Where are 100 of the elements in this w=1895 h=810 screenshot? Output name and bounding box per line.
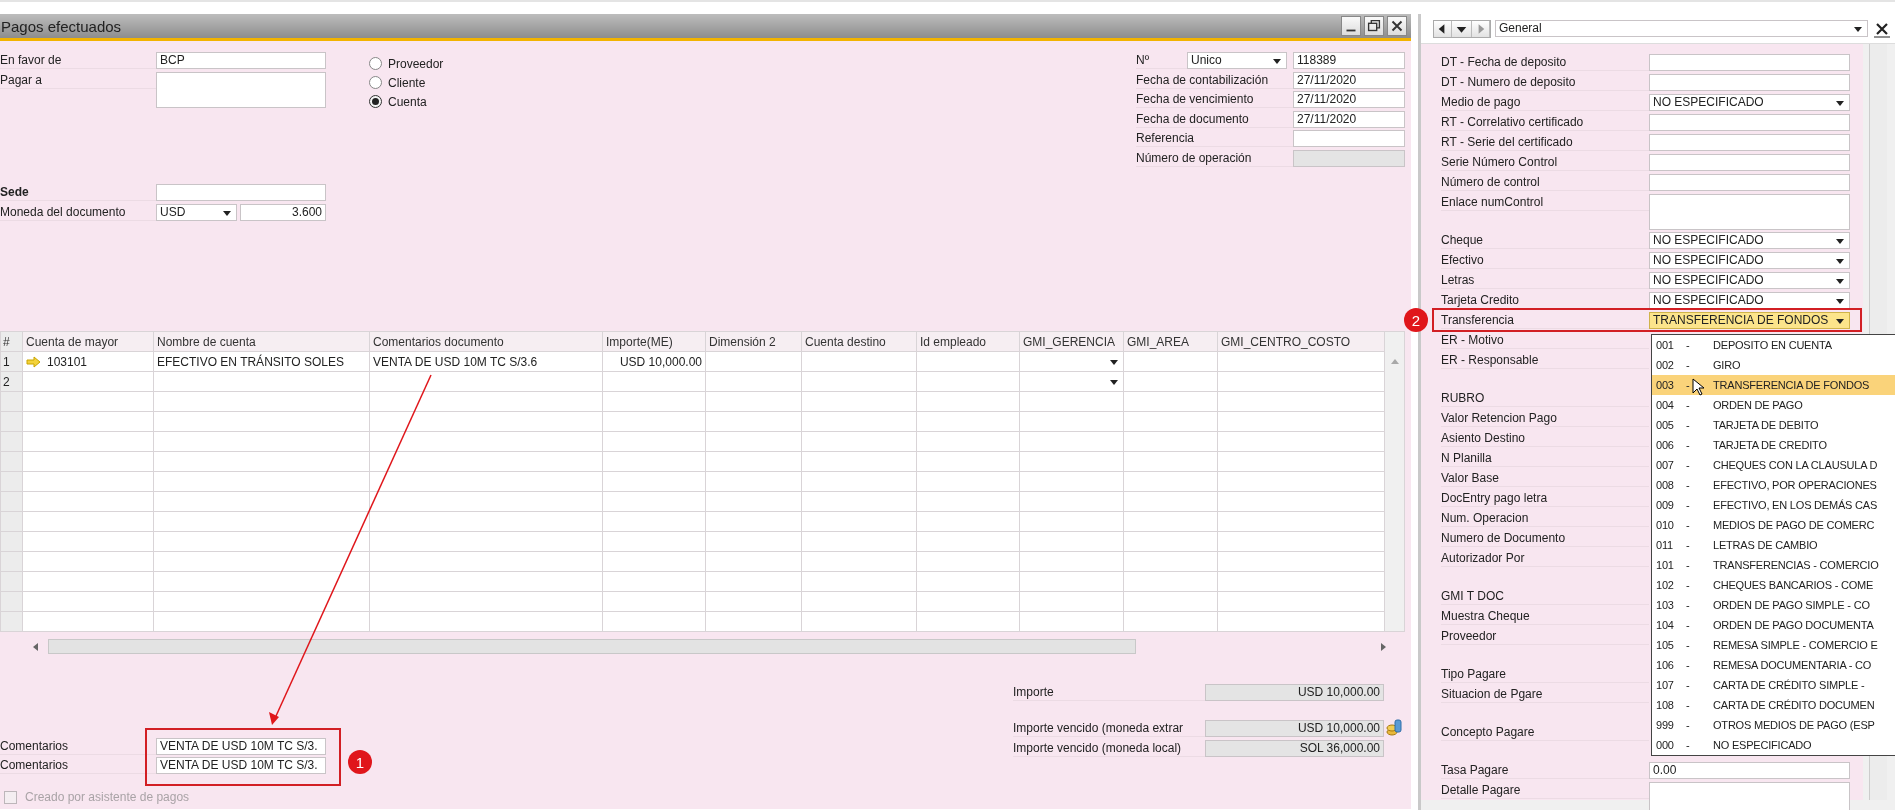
text-field[interactable] (1293, 130, 1405, 147)
dropdown-field[interactable]: TRANSFERENCIA DE FONDOS (1649, 312, 1850, 329)
coins-icon[interactable] (1386, 719, 1402, 737)
dropdown-field[interactable]: Unico (1187, 52, 1287, 69)
text-field[interactable]: 27/11/2020 (1293, 71, 1405, 89)
mouse-pointer-icon (1692, 378, 1704, 396)
field-label: Cheque (1441, 232, 1649, 249)
list-item[interactable]: 000 - NO ESPECIFICADO (1652, 735, 1895, 755)
column-header[interactable]: Comentarios documento (369, 331, 603, 352)
dropdown-list[interactable] (1651, 334, 1895, 756)
field-label: Autorizador Por (1441, 550, 1649, 567)
scrollbar-thumb[interactable] (48, 639, 1136, 654)
field-label: ER - Responsable (1441, 352, 1649, 369)
dropdown-field[interactable]: NO ESPECIFICADO (1649, 272, 1850, 289)
field-label: Medio de pago (1441, 94, 1649, 111)
text-area[interactable] (1649, 194, 1850, 230)
table-cell: 103101 (47, 354, 88, 369)
column-header[interactable]: Importe(ME) (602, 331, 706, 352)
list-item[interactable]: 002 - GIRO (1652, 355, 1895, 375)
list-item[interactable]: 008 - EFECTIVO, POR OPERACIONES (1652, 475, 1895, 495)
field-label: Valor Base (1441, 470, 1649, 487)
radio-button[interactable]: Proveedor (369, 55, 444, 72)
list-item[interactable]: 004 - ORDEN DE PAGO (1652, 395, 1895, 415)
text-area[interactable] (1649, 782, 1850, 810)
text-field[interactable]: 3.600 (240, 204, 326, 221)
text-field[interactable] (1649, 154, 1850, 171)
column-header[interactable]: GMI_GERENCIA (1019, 331, 1124, 352)
scrollbar[interactable] (1385, 331, 1405, 632)
field-label: Número de operación (1136, 149, 1293, 167)
field-label: ER - Motivo (1441, 332, 1649, 349)
text-field[interactable] (1649, 54, 1850, 71)
list-item[interactable]: 009 - EFECTIVO, EN LOS DEMÁS CAS (1652, 495, 1895, 515)
dropdown-field[interactable]: NO ESPECIFICADO (1649, 252, 1850, 269)
text-field[interactable] (1649, 114, 1850, 131)
list-item[interactable]: 999 - OTROS MEDIOS DE PAGO (ESP (1652, 715, 1895, 735)
column-header[interactable]: GMI_CENTRO_COSTO (1217, 331, 1385, 352)
column-header[interactable]: Cuenta de mayor (22, 331, 154, 352)
text-field[interactable]: VENTA DE USD 10M TC S/3. (156, 757, 326, 774)
list-item[interactable]: 106 - REMESA DOCUMENTARIA - CO (1652, 655, 1895, 675)
field-label: RT - Correlativo certificado (1441, 114, 1649, 131)
column-header[interactable]: Dimensión 2 (705, 331, 802, 352)
list-item[interactable]: 001 - DEPOSITO EN CUENTA (1652, 335, 1895, 355)
list-item[interactable]: 005 - TARJETA DE DEBITO (1652, 415, 1895, 435)
text-field[interactable]: 0.00 (1649, 762, 1850, 779)
list-item[interactable]: 011 - LETRAS DE CAMBIO (1652, 535, 1895, 555)
restore-icon[interactable] (1364, 16, 1384, 36)
window-title: Pagos efectuados (0, 17, 122, 35)
field-label: Importe vencido (moneda extrar (1013, 719, 1205, 737)
radio-button[interactable]: Cliente (369, 74, 444, 91)
text-field[interactable]: 27/11/2020 (1293, 110, 1405, 128)
dropdown-field[interactable]: NO ESPECIFICADO (1649, 94, 1850, 111)
column-header[interactable]: Cuenta destino (801, 331, 917, 352)
list-item[interactable]: 104 - ORDEN DE PAGO DOCUMENTA (1652, 615, 1895, 635)
list-item[interactable]: 107 - CARTA DE CRÉDITO SIMPLE - (1652, 675, 1895, 695)
text-field[interactable] (1649, 134, 1850, 151)
list-item[interactable]: 003 - TRANSFERENCIA DE FONDOS (1652, 375, 1895, 395)
column-header[interactable]: GMI_AREA (1123, 331, 1218, 352)
dropdown-field[interactable]: USD (156, 204, 237, 221)
field-label: Comentarios (0, 757, 156, 774)
field-label: Tipo Pagare (1441, 666, 1649, 683)
list-item[interactable]: 007 - CHEQUES CON LA CLAUSULA D (1652, 455, 1895, 475)
link-arrow-icon[interactable] (26, 355, 42, 368)
field-label: Importe vencido (moneda local) (1013, 739, 1205, 757)
field-label: Transferencia (1441, 312, 1649, 329)
text-field[interactable]: VENTA DE USD 10M TC S/3. (156, 738, 326, 755)
list-item[interactable]: 103 - ORDEN DE PAGO SIMPLE - CO (1652, 595, 1895, 615)
field-label: Fecha de contabilización (1136, 71, 1293, 89)
text-area[interactable] (156, 72, 326, 108)
dropdown-field[interactable]: General (1495, 20, 1868, 37)
text-field[interactable]: 118389 (1293, 52, 1405, 69)
text-field[interactable] (1649, 174, 1850, 191)
field-label: N Planilla (1441, 450, 1649, 467)
field-label: DT - Fecha de deposito (1441, 54, 1649, 71)
field-label: Asiento Destino (1441, 430, 1649, 447)
field-label: DocEntry pago letra (1441, 490, 1649, 507)
text-field[interactable]: BCP (156, 52, 326, 69)
field-label: Pagar a (0, 72, 156, 89)
column-header[interactable]: Nombre de cuenta (153, 331, 370, 352)
column-header[interactable]: Id empleado (916, 331, 1020, 352)
list-item[interactable]: 101 - TRANSFERENCIAS - COMERCIO (1652, 555, 1895, 575)
list-item[interactable]: 102 - CHEQUES BANCARIOS - COME (1652, 575, 1895, 595)
field-label: Efectivo (1441, 252, 1649, 269)
field-label: RT - Serie del certificado (1441, 134, 1649, 151)
field-label: RUBRO (1441, 390, 1649, 407)
list-item[interactable]: 010 - MEDIOS DE PAGO DE COMERC (1652, 515, 1895, 535)
dropdown-field[interactable]: NO ESPECIFICADO (1649, 232, 1850, 249)
list-item[interactable]: 006 - TARJETA DE CREDITO (1652, 435, 1895, 455)
text-field[interactable] (1649, 74, 1850, 91)
text-field[interactable] (156, 184, 326, 201)
list-item[interactable]: 105 - REMESA SIMPLE - COMERCIO E (1652, 635, 1895, 655)
field-label: Valor Retencion Pago (1441, 410, 1649, 427)
text-field[interactable]: 27/11/2020 (1293, 91, 1405, 108)
field-label: Serie Número Control (1441, 154, 1649, 171)
close-icon[interactable] (1387, 16, 1407, 36)
column-header[interactable]: # (0, 331, 23, 352)
list-item[interactable]: 108 - CARTA DE CRÉDITO DOCUMEN (1652, 695, 1895, 715)
radio-button[interactable]: Cuenta (369, 93, 444, 110)
field-label: GMI T DOC (1441, 588, 1649, 605)
field-label: Letras (1441, 272, 1649, 289)
field-label: Fecha de vencimiento (1136, 91, 1293, 108)
